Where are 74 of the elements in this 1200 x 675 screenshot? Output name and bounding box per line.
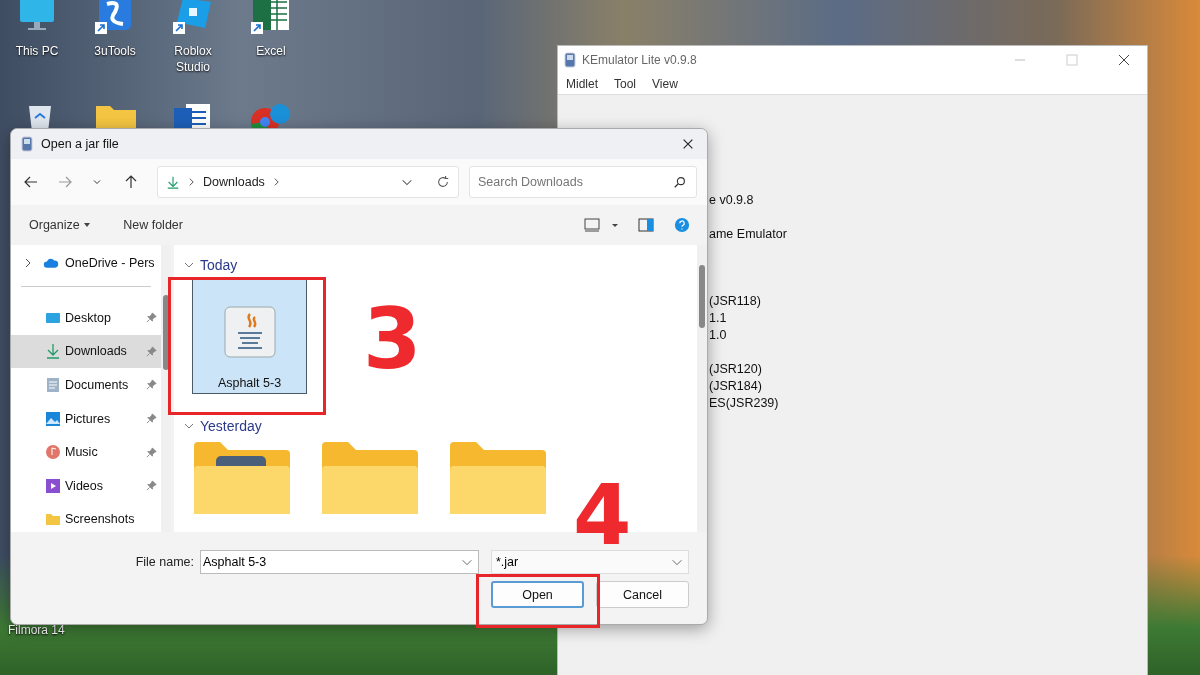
scrollbar-thumb[interactable] bbox=[163, 295, 169, 370]
pin-icon[interactable] bbox=[146, 345, 157, 357]
chevron-right-icon[interactable] bbox=[23, 258, 33, 268]
up-arrow-icon[interactable] bbox=[123, 174, 139, 190]
search-icon[interactable] bbox=[673, 175, 687, 189]
chevron-right-icon bbox=[272, 177, 280, 187]
download-arrow-icon bbox=[45, 343, 61, 360]
file-name-label: File name: bbox=[135, 555, 194, 569]
pin-icon[interactable] bbox=[146, 413, 157, 425]
help-icon[interactable] bbox=[673, 217, 691, 233]
pin-icon[interactable] bbox=[146, 379, 157, 391]
nav-item[interactable]: Screenshots bbox=[11, 502, 161, 532]
info-text: e v0.9.8 bbox=[709, 192, 755, 209]
preview-pane-icon[interactable] bbox=[637, 217, 655, 233]
dialog-button[interactable]: Open bbox=[491, 581, 584, 608]
info-text: ES(JSR239) bbox=[709, 395, 780, 412]
info-text: ame Emulator bbox=[709, 226, 788, 243]
new-folder-button[interactable]: New folder bbox=[123, 218, 183, 232]
desktop-icon-label[interactable]: This PC bbox=[15, 43, 59, 59]
desktop-icon-label[interactable]: 3uTools bbox=[94, 43, 136, 59]
info-text: (JSR120) bbox=[709, 361, 763, 378]
phone-icon bbox=[21, 136, 33, 152]
group-header[interactable]: Today bbox=[184, 257, 697, 273]
nav-item[interactable]: OneDrive - Pers bbox=[11, 253, 161, 273]
file-type-dropdown[interactable]: *.jar bbox=[491, 550, 689, 574]
breadcrumb-segment[interactable]: Downloads bbox=[203, 175, 265, 189]
step-number: 3 bbox=[363, 297, 422, 381]
file-tile[interactable]: Asphalt 5-3 bbox=[192, 279, 307, 394]
picture-icon bbox=[45, 410, 61, 427]
window-title: KEmulator Lite v0.9.8 bbox=[582, 52, 697, 67]
download-arrow-icon bbox=[166, 175, 180, 189]
desktop-icon-label[interactable]: Excel bbox=[256, 43, 286, 59]
info-text: (JSR184) bbox=[709, 378, 763, 395]
nav-item[interactable]: Music bbox=[11, 435, 161, 469]
music-note-icon bbox=[45, 444, 61, 461]
pin-icon[interactable] bbox=[146, 446, 157, 458]
organize-menu[interactable]: Organize bbox=[29, 218, 92, 232]
file-name-field[interactable]: Asphalt 5-3 bbox=[200, 550, 479, 574]
pin-icon[interactable] bbox=[146, 480, 157, 492]
menu-item[interactable]: Midlet bbox=[566, 76, 598, 91]
chevron-right-icon bbox=[188, 177, 195, 187]
phone-icon bbox=[564, 51, 576, 68]
dropdown-caret-icon bbox=[83, 221, 92, 229]
info-text: (JSR118) bbox=[709, 293, 762, 310]
address-bar[interactable]: Downloads bbox=[157, 166, 459, 198]
desktop-icon-label[interactable]: Filmora 14 bbox=[8, 623, 65, 637]
folder-icon bbox=[45, 511, 61, 528]
document-icon bbox=[45, 377, 61, 393]
nav-item[interactable]: Pictures bbox=[11, 401, 161, 436]
refresh-icon[interactable] bbox=[436, 175, 450, 189]
back-arrow-icon[interactable] bbox=[23, 174, 39, 190]
group-header[interactable]: Yesterday bbox=[184, 418, 697, 434]
scrollbar-thumb[interactable] bbox=[699, 265, 705, 328]
info-text: 1.0 bbox=[709, 327, 728, 344]
desktop-icon-label[interactable]: Roblox Studio bbox=[156, 43, 230, 75]
nav-item[interactable]: Downloads bbox=[11, 334, 161, 369]
nav-item[interactable]: Desktop bbox=[11, 301, 161, 335]
search-field[interactable]: Search Downloads bbox=[469, 166, 697, 198]
view-layout-icon[interactable] bbox=[583, 217, 601, 233]
menu-item[interactable]: View bbox=[652, 76, 678, 91]
dialog-title: Open a jar file bbox=[41, 137, 119, 151]
video-icon bbox=[45, 477, 61, 494]
spreadsheet-icon[interactable] bbox=[251, 0, 291, 36]
pin-icon[interactable] bbox=[146, 312, 157, 324]
close-icon[interactable] bbox=[681, 137, 695, 151]
dialog-button[interactable]: Cancel bbox=[596, 581, 689, 608]
nav-item[interactable]: Documents bbox=[11, 368, 161, 402]
nav-item[interactable]: Videos bbox=[11, 468, 161, 503]
forward-arrow-icon[interactable] bbox=[57, 174, 73, 190]
app-icon[interactable] bbox=[173, 0, 213, 36]
menu-item[interactable]: Tool bbox=[614, 76, 637, 91]
folder-icon[interactable] bbox=[192, 440, 292, 516]
info-text: 1.1 bbox=[709, 310, 728, 327]
java-file-icon bbox=[223, 306, 276, 358]
